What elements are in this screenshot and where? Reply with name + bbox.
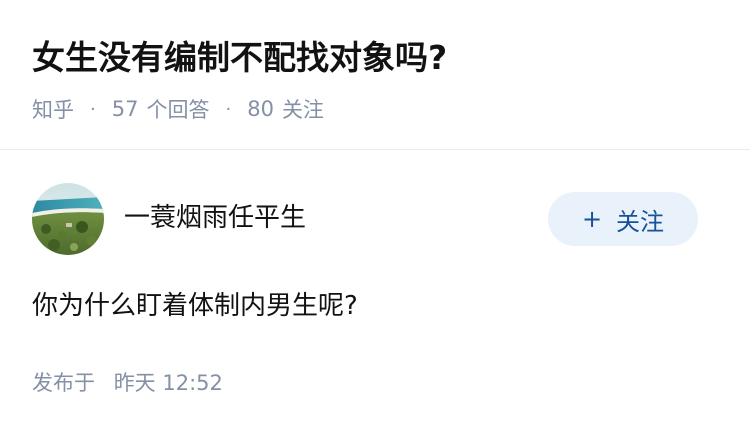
answer-count-label: 个回答 — [146, 98, 210, 122]
source-label[interactable]: 知乎 — [32, 94, 74, 124]
follower-count-label: 关注 — [281, 98, 324, 122]
answer-count: 57 — [111, 97, 139, 121]
publish-clock: 12:52 — [162, 371, 223, 395]
avatar[interactable] — [32, 183, 104, 255]
answer-content[interactable]: 你为什么盯着体制内男生呢? — [32, 286, 358, 326]
follow-button[interactable]: + 关注 — [548, 192, 698, 246]
question-header: 女生没有编制不配找对象吗? 知乎 · 57 个回答 · 80 关注 — [0, 0, 750, 150]
plus-icon: + — [581, 205, 603, 233]
follower-count: 80 — [247, 97, 274, 121]
question-meta: 知乎 · 57 个回答 · 80 关注 — [32, 94, 324, 124]
landscape-avatar-icon — [32, 183, 104, 255]
publish-day: 昨天 — [113, 371, 156, 395]
question-title[interactable]: 女生没有编制不配找对象吗? — [32, 34, 447, 82]
meta-separator: · — [90, 98, 96, 120]
answer-card: 一蓑烟雨任平生 + 关注 你为什么盯着体制内男生呢? 发布于 昨天 12:52 — [0, 150, 750, 434]
publish-time: 发布于 昨天 12:52 — [32, 368, 223, 398]
follow-button-label: 关注 — [616, 207, 665, 236]
author-row: 一蓑烟雨任平生 + 关注 — [32, 183, 718, 255]
author-name[interactable]: 一蓑烟雨任平生 — [124, 199, 306, 237]
publish-label: 发布于 — [32, 371, 95, 395]
meta-separator: · — [225, 98, 232, 120]
